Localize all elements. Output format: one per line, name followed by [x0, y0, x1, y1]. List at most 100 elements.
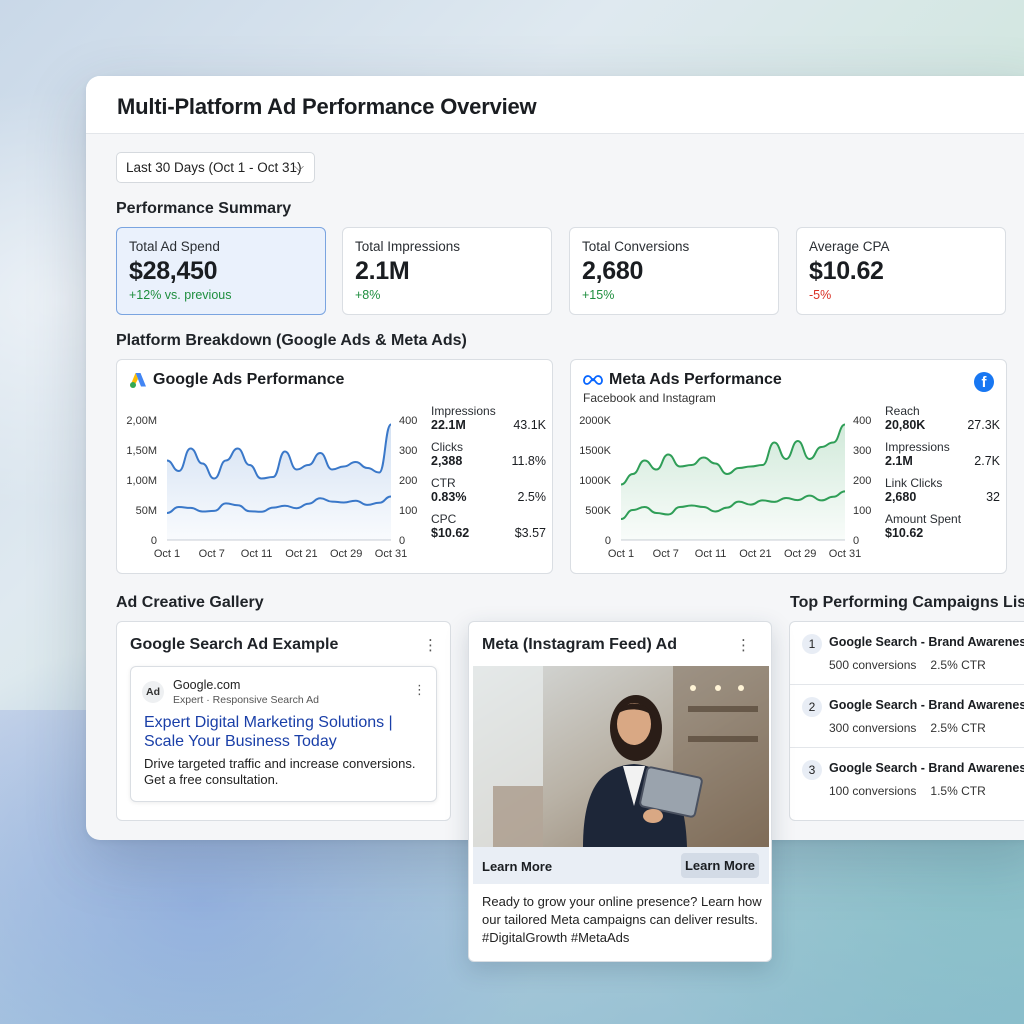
- campaign-conversions: 500 conversions: [829, 658, 917, 672]
- series-area: [621, 424, 845, 540]
- kpi-value: $10.62: [809, 257, 884, 285]
- metric-row: Reach 20,80K 27.3K: [885, 404, 1000, 440]
- kpi-label: Total Impressions: [355, 239, 461, 254]
- metric-label: CPC: [431, 512, 457, 526]
- metric-row: Impressions 2.1M 2.7K: [885, 440, 1000, 476]
- y-right-tick-label: 400: [853, 415, 871, 427]
- y-right-tick-label: 100: [399, 505, 417, 517]
- campaign-row[interactable]: 1 Google Search - Brand Awareness 500 co…: [790, 622, 1024, 685]
- campaign-name: Google Search - Brand Awareness: [829, 761, 1024, 775]
- y-right-tick-label: 400: [399, 415, 417, 427]
- metric-value: $10.62: [885, 526, 924, 540]
- ad-sub: Expert · Responsive Search Ad: [173, 694, 319, 706]
- x-tick-label: Oct 7: [199, 548, 225, 560]
- metric-secondary: 43.1K: [513, 418, 546, 432]
- metric-secondary: 32: [986, 490, 1000, 504]
- card-title: Meta (Instagram Feed) Ad: [482, 636, 677, 653]
- y-left-tick-label: 0: [605, 535, 611, 547]
- kpi-change: +8%: [355, 288, 381, 302]
- google-ads-panel: 0 0 50M 100 1,00M 200 1,50M 300 2,00M 400 Oct 1 Oct…: [116, 359, 553, 574]
- kpi-label: Total Conversions: [582, 239, 690, 254]
- campaign-row[interactable]: 2 Google Search - Brand Awareness 300 co…: [790, 685, 1024, 748]
- ad-copy: Ready to grow your online presence? Lear…: [482, 894, 762, 945]
- kpi-value: 2,680: [582, 257, 644, 285]
- kpi-card-impressions[interactable]: Total Impressions 2.1M +8%: [342, 227, 552, 315]
- google-search-ad-card: Google Search Ad Example ⋮ Ad Google.com…: [116, 621, 451, 821]
- kpi-card-conversions[interactable]: Total Conversions 2,680 +15%: [569, 227, 779, 315]
- metric-label: Amount Spent: [885, 512, 962, 526]
- cta-label[interactable]: Learn More: [482, 859, 552, 874]
- kpi-label: Average CPA: [809, 239, 890, 254]
- metric-secondary: 11.8%: [511, 454, 546, 468]
- kpi-card-ad-spend[interactable]: Total Ad Spend $28,450 +12% vs. previous: [116, 227, 326, 315]
- meta-metrics: Reach 20,80K 27.3K Impressions 2.1M 2.7K…: [885, 404, 1000, 548]
- y-right-tick-label: 100: [853, 505, 871, 517]
- metric-label: CTR: [431, 476, 456, 490]
- metric-label: Impressions: [885, 440, 950, 454]
- campaign-conversions: 100 conversions: [829, 784, 917, 798]
- section-title-campaigns: Top Performing Campaigns List: [790, 594, 1024, 611]
- y-left-tick-label: 2000K: [579, 415, 611, 427]
- y-left-tick-label: 0: [151, 535, 157, 547]
- panel-subtitle: Facebook and Instagram: [583, 391, 716, 405]
- campaign-name: Google Search - Brand Awareness: [829, 698, 1024, 712]
- metric-value: 2,680: [885, 490, 917, 504]
- date-range-label: Last 30 Days (Oct 1 - Oct 31): [126, 160, 302, 175]
- section-title-summary: Performance Summary: [116, 200, 292, 217]
- campaign-ctr: 2.5% CTR: [930, 721, 986, 735]
- y-right-tick-label: 300: [853, 445, 871, 457]
- metric-secondary: 2.7K: [974, 454, 1000, 468]
- metric-row: Link Clicks 2,680 32: [885, 476, 1000, 512]
- x-tick-label: Oct 31: [829, 548, 861, 560]
- meta-instagram-ad-card: Meta (Instagram Feed) Ad ⋮ Learn More Le…: [468, 621, 772, 962]
- metric-row: Clicks 2,388 11.8%: [431, 440, 546, 476]
- google-metrics: Impressions 22.1M 43.1K Clicks 2,388 11.…: [431, 404, 546, 548]
- google-ads-icon: [130, 372, 146, 388]
- ad-more-icon[interactable]: ⋮: [413, 683, 426, 696]
- more-options-icon[interactable]: ⋮: [423, 638, 438, 653]
- meta-ads-panel: 0 0 500K 100 1000K 200 1500K 300 2000K 400 Oct 1 Oc…: [570, 359, 1007, 574]
- x-tick-label: Oct 11: [695, 548, 727, 560]
- campaigns-list: 1 Google Search - Brand Awareness 500 co…: [789, 621, 1024, 821]
- rank-badge: 1: [802, 634, 822, 654]
- search-ad-preview[interactable]: Ad Google.com Expert · Responsive Search…: [130, 666, 437, 802]
- y-right-tick-label: 0: [853, 535, 859, 547]
- ad-description: Drive targeted traffic and increase conv…: [144, 756, 416, 787]
- rank-badge: 3: [802, 760, 822, 780]
- x-tick-label: Oct 1: [608, 548, 634, 560]
- y-left-tick-label: 500K: [585, 505, 611, 517]
- campaign-conversions: 300 conversions: [829, 721, 917, 735]
- kpi-card-cpa[interactable]: Average CPA $10.62 -5%: [796, 227, 1006, 315]
- more-options-icon[interactable]: ⋮: [736, 638, 751, 653]
- metric-secondary: $3.57: [514, 526, 546, 540]
- section-title-breakdown: Platform Breakdown (Google Ads & Meta Ad…: [116, 332, 467, 349]
- y-left-tick-label: 1000K: [579, 475, 611, 487]
- x-tick-label: Oct 21: [285, 548, 317, 560]
- date-range-select[interactable]: Last 30 Days (Oct 1 - Oct 31) ⌵: [116, 152, 315, 183]
- campaign-stats: 300 conversions 2.5% CTR: [829, 721, 986, 735]
- metric-row: CTR 0.83% 2.5%: [431, 476, 546, 512]
- metric-label: Clicks: [431, 440, 463, 454]
- ad-headline-link[interactable]: Expert Digital Marketing Solutions | Sca…: [144, 713, 429, 751]
- google-ads-panel-title: Google Ads Performance: [129, 371, 344, 389]
- metric-label: Reach: [885, 404, 920, 418]
- y-left-tick-label: 1,50M: [126, 445, 157, 457]
- x-tick-label: Oct 21: [739, 548, 771, 560]
- metric-label: Impressions: [431, 404, 496, 418]
- metric-secondary: 2.5%: [517, 490, 547, 504]
- y-right-tick-label: 0: [399, 535, 405, 547]
- campaign-row[interactable]: 3 Google Search - Brand Awareness 100 co…: [790, 748, 1024, 811]
- y-left-tick-label: 50M: [136, 505, 157, 517]
- meta-ads-panel-title: Meta Ads Performance: [583, 371, 782, 389]
- page-title: Multi-Platform Ad Performance Overview: [117, 94, 537, 119]
- x-tick-label: Oct 1: [154, 548, 180, 560]
- facebook-icon[interactable]: f: [974, 372, 994, 392]
- campaign-stats: 500 conversions 2.5% CTR: [829, 658, 986, 672]
- x-tick-label: Oct 29: [330, 548, 362, 560]
- meta-infinity-icon: [583, 375, 603, 385]
- card-title: Google Search Ad Example: [130, 636, 339, 653]
- kpi-value: $28,450: [129, 257, 218, 285]
- ad-domain: Google.com: [173, 678, 241, 692]
- learn-more-button[interactable]: Learn More: [681, 853, 759, 878]
- x-tick-label: Oct 7: [653, 548, 679, 560]
